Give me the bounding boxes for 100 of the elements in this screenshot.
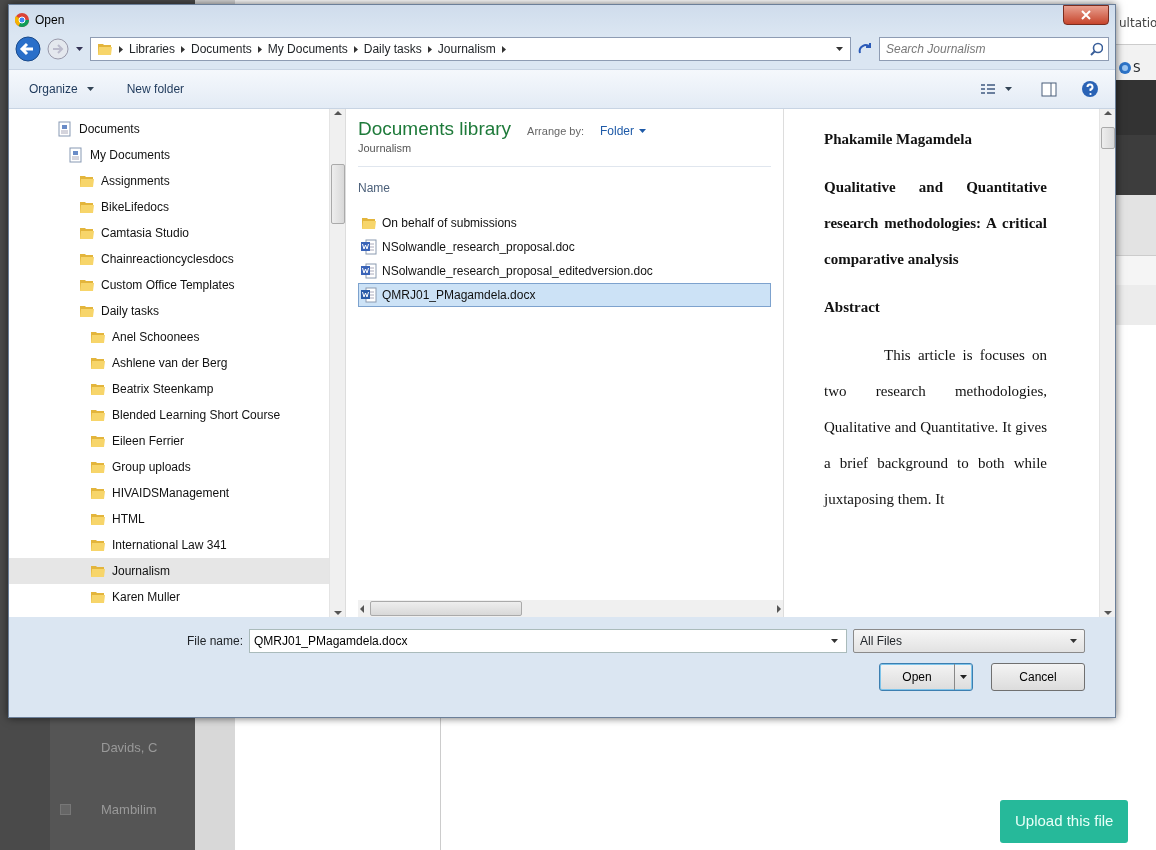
page-band (1116, 285, 1156, 325)
folder-icon (90, 537, 106, 553)
document-paragraph: This article is focuses on two research methodologies, Qualitative and Quantitative. It gives a brief background to both while juxtaposing them. It (824, 346, 1047, 509)
scroll-down-icon (1102, 609, 1113, 617)
file-name-field[interactable]: QMRJ01_PMagamdela.docx (249, 629, 847, 653)
close-icon (1081, 10, 1091, 20)
checkbox[interactable] (60, 804, 71, 816)
file-type-dropdown[interactable]: All Files (853, 629, 1085, 653)
scrollbar[interactable] (358, 600, 783, 617)
document-heading: Qualitative and Quantitative research methodologies: A critical comparative analysis (824, 178, 1047, 269)
document-heading: Phakamile Magamdela (824, 130, 973, 149)
close-button[interactable] (1063, 5, 1109, 25)
scroll-down-icon (332, 609, 343, 617)
tree-item[interactable]: Custom Office Templates (9, 272, 329, 298)
folder-icon (79, 225, 95, 241)
file-item[interactable]: NSolwandle_research_proposal.doc (358, 235, 771, 260)
folder-icon (90, 563, 106, 579)
tree-item[interactable]: Chainreactioncyclesdocs (9, 246, 329, 272)
page-band (1116, 135, 1156, 195)
word-document-icon (361, 239, 377, 256)
scrollbar-thumb[interactable] (370, 601, 522, 616)
caret-icon (959, 673, 968, 681)
tree-item[interactable]: Camtasia Studio (9, 220, 329, 246)
breadcrumb-item[interactable]: Documents (191, 40, 252, 58)
tree-item[interactable]: Blended Learning Short Course (9, 402, 329, 428)
chevron-icon (500, 44, 507, 54)
file-item[interactable]: QMRJ01_PMagamdela.docx (358, 283, 771, 308)
breadcrumb-item[interactable]: Journalism (437, 40, 496, 58)
breadcrumb-item[interactable]: My Documents (267, 40, 348, 58)
folder-icon (79, 277, 95, 293)
column-header[interactable]: Name (358, 181, 390, 196)
address-bar[interactable]: Libraries Documents My Documents Daily tasks Journalism (90, 37, 851, 61)
back-icon (15, 36, 41, 62)
library-title: Documents library (358, 119, 512, 140)
tree-item[interactable]: Anel Schoonees (9, 324, 329, 350)
help-icon (1081, 80, 1099, 98)
file-name-label: File name: (186, 633, 243, 650)
search-field[interactable]: Search Journalism (879, 37, 1109, 61)
scroll-right-icon (775, 603, 783, 614)
breadcrumb-item[interactable]: Libraries (129, 40, 176, 58)
folder-icon (79, 173, 95, 189)
file-item[interactable]: NSolwandle_research_proposal_editedversion.doc (358, 259, 771, 284)
browser-icon (15, 13, 29, 27)
tree-item[interactable]: Journalism (9, 558, 329, 584)
folder-icon (90, 329, 106, 345)
tree-item[interactable]: My Documents (9, 142, 329, 168)
tree-item[interactable]: Documents (9, 116, 329, 142)
tree-item[interactable]: Beatrix Steenkamp (9, 376, 329, 402)
tree-item[interactable]: Daily tasks (9, 298, 329, 324)
tree-item[interactable]: International Law 341 (9, 532, 329, 558)
folder-icon (90, 485, 106, 501)
folder-icon (97, 41, 113, 57)
caret-icon (835, 45, 844, 53)
scroll-left-icon (358, 603, 366, 614)
folder-icon (90, 407, 106, 423)
table-cell-text: Davids, C (101, 739, 158, 757)
tree-item[interactable]: Eileen Ferrier (9, 428, 329, 454)
tree-item[interactable]: BikeLifedocs (9, 194, 329, 220)
library-subtitle: Journalism (358, 140, 413, 156)
folder-icon (90, 511, 106, 527)
forward-icon (47, 38, 69, 60)
scrollbar[interactable] (1099, 109, 1115, 617)
word-document-icon (361, 263, 377, 280)
cancel-button[interactable]: Cancel (991, 663, 1085, 691)
folder-icon (90, 433, 106, 449)
tree-item[interactable]: Karen Muller (9, 584, 329, 610)
tree-item[interactable]: HIVAIDSManagement (9, 480, 329, 506)
tree-item[interactable]: Assignments (9, 168, 329, 194)
tree-item[interactable]: Group uploads (9, 454, 329, 480)
open-button[interactable]: Open (879, 663, 973, 691)
caret-icon (830, 637, 839, 645)
folder-icon (90, 589, 106, 605)
toolbar-button[interactable]: New folder (122, 78, 189, 100)
window-title: Open (35, 12, 65, 29)
folder-icon (90, 381, 106, 397)
document-heading: Abstract (824, 298, 881, 317)
table-cell-text: Mambilim (101, 801, 157, 819)
chevron-icon (352, 44, 359, 54)
scrollbar[interactable] (329, 109, 345, 617)
toolbar-button[interactable]: Organize (25, 78, 99, 100)
caret-icon (1004, 85, 1013, 93)
folder-icon (361, 215, 377, 232)
scrollbar-thumb[interactable] (331, 164, 345, 224)
folder-icon (90, 355, 106, 371)
caret-icon (638, 127, 647, 136)
link-text[interactable]: S (1133, 58, 1141, 77)
folder-icon (90, 459, 106, 475)
tab-title[interactable]: ultatio (1119, 16, 1156, 30)
tree-item[interactable]: HTML (9, 506, 329, 532)
document-icon (68, 147, 84, 163)
caret-icon (85, 85, 95, 93)
view-icon (980, 83, 996, 95)
chevron-icon (118, 44, 124, 54)
scrollbar-thumb[interactable] (1101, 127, 1115, 149)
chevron-icon (256, 44, 263, 54)
tree-item[interactable]: Ashlene van der Berg (9, 350, 329, 376)
word-document-icon (361, 287, 377, 304)
breadcrumb-item[interactable]: Daily tasks (363, 40, 422, 58)
file-item[interactable]: On behalf of submissions (358, 211, 771, 236)
arrange-dropdown[interactable]: Folder (600, 122, 647, 141)
